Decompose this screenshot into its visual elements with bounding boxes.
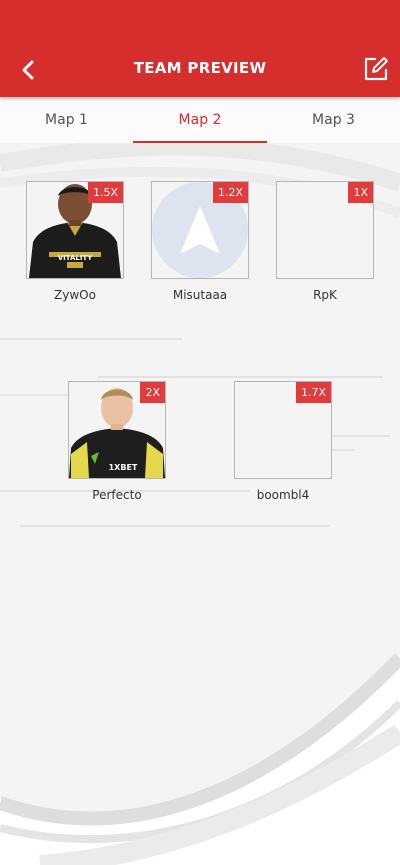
- page-title: TEAM PREVIEW: [133, 59, 267, 77]
- tab-map-2[interactable]: Map 2: [133, 97, 267, 143]
- multiplier-badge: 1X: [348, 182, 373, 203]
- player-name: RpK: [313, 288, 337, 302]
- svg-text:VITALITY: VITALITY: [58, 254, 94, 262]
- player-name: Perfecto: [92, 488, 142, 502]
- multiplier-badge: 1.5X: [87, 182, 123, 203]
- multiplier-badge: 1.2X: [212, 182, 248, 203]
- player-avatar-frame: 1XBET 2X: [68, 381, 166, 479]
- app-header: TEAM PREVIEW: [0, 0, 400, 97]
- player-name: ZywOo: [54, 288, 96, 302]
- tab-label: Map 3: [312, 112, 355, 128]
- edit-button[interactable]: [362, 55, 390, 83]
- tab-label: Map 2: [178, 112, 222, 128]
- tab-map-3[interactable]: Map 3: [267, 97, 400, 143]
- player-card-rpk[interactable]: 1X RpK: [276, 181, 374, 302]
- tab-map-1[interactable]: Map 1: [0, 97, 133, 143]
- player-card-perfecto[interactable]: 1XBET 2X Perfecto: [68, 381, 166, 502]
- multiplier-badge: 2X: [140, 382, 165, 403]
- active-tab-indicator: [133, 141, 267, 143]
- edit-icon: [364, 57, 388, 81]
- player-avatar-frame: VITALITY 1.5X: [26, 181, 124, 279]
- map-tabs: Map 1 Map 2 Map 3: [0, 97, 400, 143]
- multiplier-badge: 1.7X: [295, 382, 331, 403]
- player-avatar-frame: 1.7X: [234, 381, 332, 479]
- player-name: boombl4: [256, 488, 310, 502]
- player-card-zywoo[interactable]: VITALITY 1.5X ZywOo: [26, 181, 124, 302]
- player-card-misutaaa[interactable]: 1.2X Misutaaa: [151, 181, 249, 302]
- svg-text:1XBET: 1XBET: [109, 463, 138, 472]
- player-avatar-frame: 1X: [276, 181, 374, 279]
- player-name: Misutaaa: [172, 288, 228, 302]
- player-avatar-frame: 1.2X: [151, 181, 249, 279]
- tab-label: Map 1: [45, 112, 88, 128]
- player-card-boombl4[interactable]: 1.7X boombl4: [234, 381, 332, 502]
